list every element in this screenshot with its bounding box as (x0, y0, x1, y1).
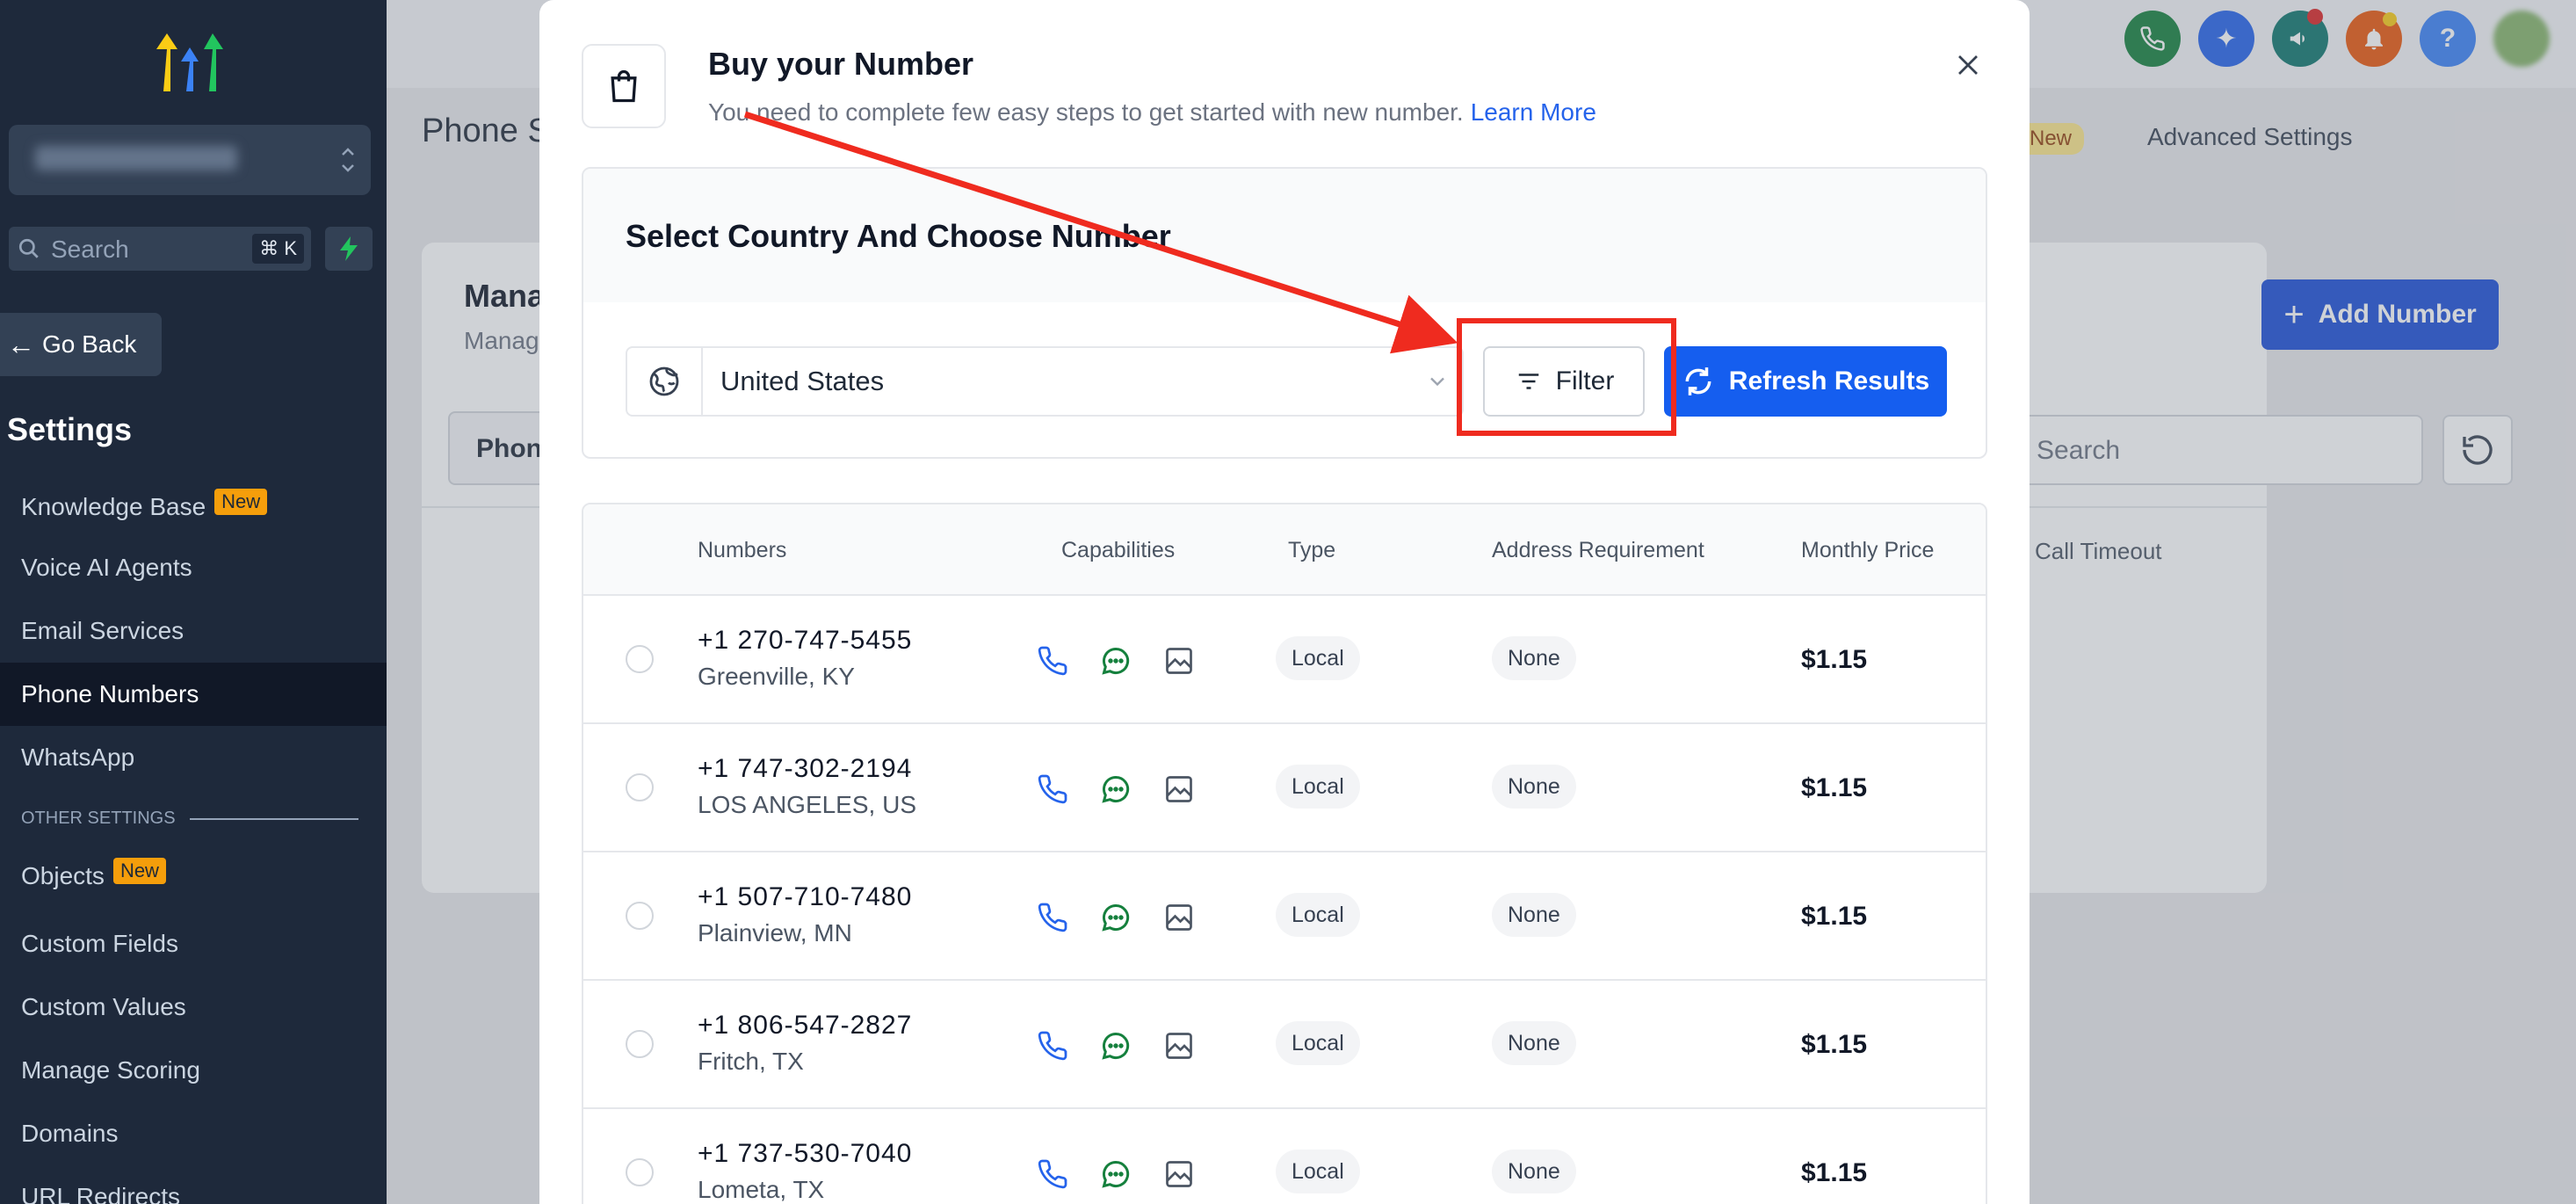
annotation-arrow (743, 111, 1458, 354)
